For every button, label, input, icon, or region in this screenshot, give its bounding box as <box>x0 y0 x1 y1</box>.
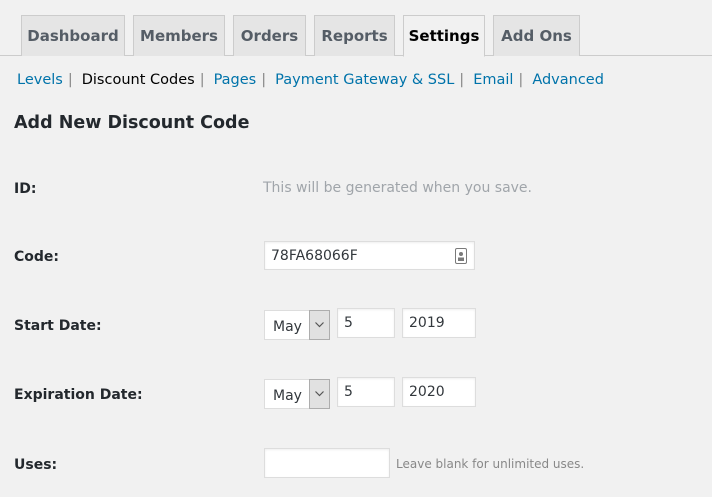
expiration-year-value: 2020 <box>409 384 445 400</box>
code-value: 78FA68066F <box>271 247 358 264</box>
start-month-select[interactable]: May <box>264 310 330 340</box>
chevron-down-icon <box>315 391 324 397</box>
chevron-down-icon <box>315 322 324 328</box>
start-day-value: 5 <box>344 315 353 331</box>
subnav-separator: | <box>261 72 267 88</box>
tab-members[interactable]: Members <box>133 15 225 56</box>
page-title: Add New Discount Code <box>14 113 250 133</box>
start-month-dropdown-button[interactable] <box>309 310 330 340</box>
start-year-input[interactable]: 2019 <box>402 308 476 338</box>
tab-settings[interactable]: Settings <box>403 15 485 57</box>
start-year-value: 2019 <box>409 315 445 331</box>
subnav-advanced[interactable]: Advanced <box>532 72 604 88</box>
id-hint: This will be generated when you save. <box>263 180 532 196</box>
uses-label: Uses: <box>14 457 58 473</box>
code-label: Code: <box>14 249 60 265</box>
subnav-separator: | <box>518 72 524 88</box>
tab-add-ons[interactable]: Add Ons <box>493 15 580 56</box>
subnav-levels[interactable]: Levels <box>17 72 63 88</box>
start-day-input[interactable]: 5 <box>337 308 395 338</box>
subnav-discount-codes: Discount Codes <box>81 72 195 88</box>
expiration-month-select[interactable]: May <box>264 379 330 409</box>
subnav-email[interactable]: Email <box>473 72 513 88</box>
uses-hint: Leave blank for unlimited uses. <box>396 457 585 471</box>
expiration-day-input[interactable]: 5 <box>337 377 395 407</box>
id-label: ID: <box>14 181 37 197</box>
tab-orders[interactable]: Orders <box>233 15 306 56</box>
expiration-month-dropdown-button[interactable] <box>309 379 330 409</box>
subnav-separator: | <box>67 72 73 88</box>
expiration-month-value: May <box>273 388 302 404</box>
subnav-separator: | <box>199 72 205 88</box>
subnav-pages[interactable]: Pages <box>214 72 257 88</box>
tab-reports[interactable]: Reports <box>314 15 395 56</box>
start-month-value: May <box>273 319 302 335</box>
expiration-date-label: Expiration Date: <box>14 387 143 403</box>
expiration-day-value: 5 <box>344 384 353 400</box>
subnav-separator: | <box>459 72 465 88</box>
key-icon[interactable] <box>455 248 467 264</box>
tab-dashboard[interactable]: Dashboard <box>21 15 125 56</box>
settings-subnav: Levels | Discount Codes | Pages | Paymen… <box>17 70 604 90</box>
settings-page: Dashboard Members Orders Reports Setting… <box>0 0 712 497</box>
nav-tabs: Dashboard Members Orders Reports Setting… <box>0 0 712 57</box>
uses-input[interactable] <box>264 448 390 478</box>
start-date-label: Start Date: <box>14 318 102 334</box>
subnav-payment-gateway[interactable]: Payment Gateway & SSL <box>275 72 454 88</box>
code-input[interactable]: 78FA68066F <box>264 241 475 270</box>
expiration-year-input[interactable]: 2020 <box>402 377 476 407</box>
